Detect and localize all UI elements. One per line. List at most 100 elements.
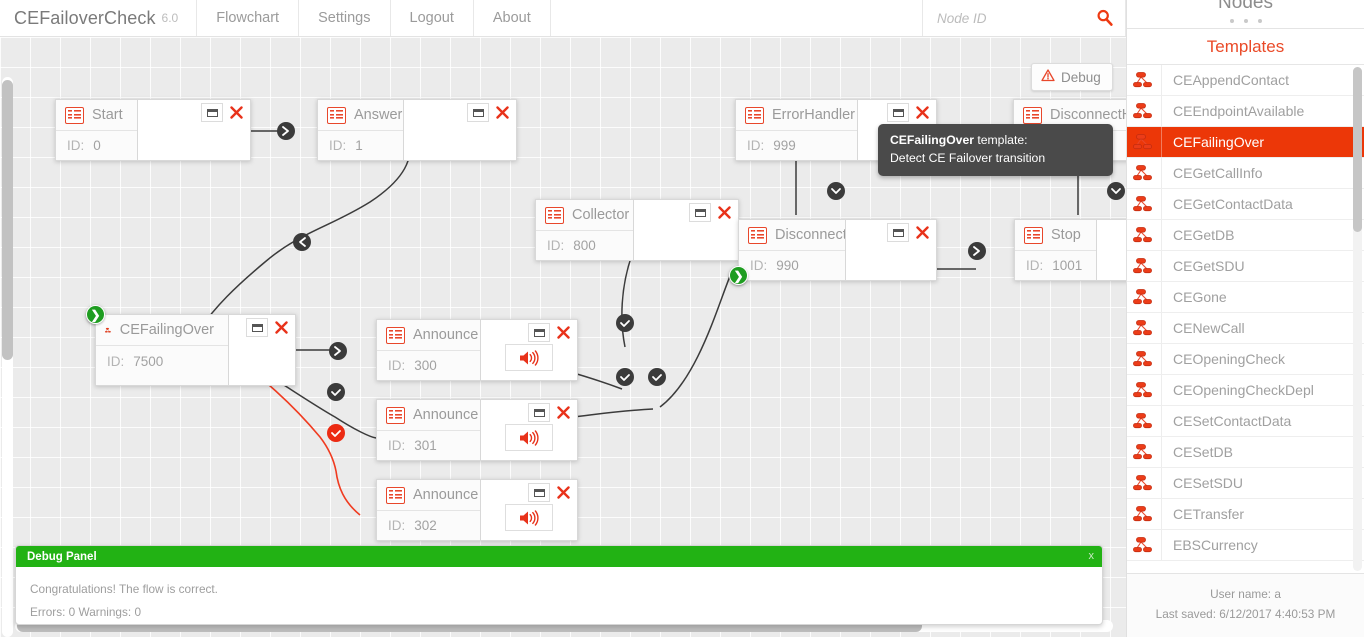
template-item-label: EBSCurrency [1173,537,1258,553]
node-doc-icon [748,226,767,244]
flow-node-id-label: ID: [388,438,406,453]
minimize-icon[interactable] [246,318,268,337]
play-announcement-button[interactable] [505,504,553,531]
flow-node-id-row: ID: 0 [56,131,137,160]
close-icon[interactable] [714,203,734,222]
close-icon[interactable] [492,103,512,122]
template-list-item[interactable]: CEFailingOver [1127,127,1364,158]
flow-node-id-label: ID: [1026,258,1044,273]
template-list-item[interactable]: CEGetSDU [1127,251,1364,282]
flow-node-header: Disconnect [739,220,847,251]
flow-node-title: DisconnectH [1050,107,1126,123]
template-list-item[interactable]: CEGetContactData [1127,189,1364,220]
template-list-item[interactable]: CEOpeningCheckDepl [1127,375,1364,406]
template-icon-cell [1127,437,1162,467]
template-list[interactable]: CEAppendContact CEEndpointAvailable CEFail… [1127,65,1364,573]
sidebar-scrollbar-thumb[interactable] [1353,67,1362,232]
flow-node-id-row: ID: 302 [377,511,480,540]
flow-node-id-row: ID: 800 [536,231,633,260]
close-icon[interactable] [553,483,573,502]
nav-item-about[interactable]: About [473,0,551,36]
close-icon[interactable] [912,103,932,122]
flow-node-id-label: ID: [747,138,765,153]
flow-node-header: Start [56,100,137,131]
template-item-label: CENewCall [1173,320,1245,336]
flow-node[interactable]: Announce ID: 301 [376,399,578,461]
template-list-item[interactable]: CESetDB [1127,437,1364,468]
minimize-icon[interactable] [467,103,489,122]
template-tree-icon [1133,195,1152,211]
template-list-item[interactable]: CEAppendContact [1127,65,1364,96]
flow-node-title: ErrorHandler [772,107,855,123]
template-list-item[interactable]: CEOpeningCheck [1127,344,1364,375]
close-icon[interactable] [226,103,246,122]
flow-node[interactable]: Announce ID: 302 [376,479,578,541]
search-icon[interactable] [1095,8,1115,28]
play-announcement-button[interactable] [505,344,553,371]
minimize-icon[interactable] [528,483,550,502]
minimize-icon[interactable] [689,203,711,222]
flow-node-action-pane [633,199,739,261]
flow-node[interactable]: Collector ID: 800 [535,199,739,261]
flow-node[interactable]: Answer ID: 1 [317,99,517,161]
minimize-icon[interactable] [201,103,223,122]
minimize-icon[interactable] [528,323,550,342]
template-list-item[interactable]: CEGetCallInfo [1127,158,1364,189]
template-list-item[interactable]: CEGone [1127,282,1364,313]
flow-node[interactable]: Stop ID: 1001 [1014,219,1126,281]
sidebar-templates-title: Templates [1206,36,1285,56]
flow-node-title: Answer [354,107,403,123]
template-list-item[interactable]: CENewCall [1127,313,1364,344]
close-icon[interactable] [912,223,932,242]
close-icon[interactable] [271,318,291,337]
close-icon[interactable] [553,403,573,422]
template-tree-icon [1133,164,1152,180]
flow-node[interactable]: Announce ID: 300 [376,319,578,381]
flow-node[interactable]: ❯ CEFailingOver ID: 7500 [86,305,296,386]
debug-button[interactable]: Debug [1031,63,1113,91]
nav-item-settings[interactable]: Settings [299,0,391,36]
template-icon-cell [1127,127,1162,157]
flow-node-action-pane [403,99,517,161]
node-search-container [923,0,1126,36]
template-tree-icon [1133,319,1152,335]
flow-node-id-value: 999 [773,138,796,153]
minimize-icon[interactable] [887,103,909,122]
nav-item-logout[interactable]: Logout [390,0,474,36]
sidebar-drag-handle-icon[interactable] [1229,19,1262,28]
debug-panel-title: Debug Panel [27,550,97,563]
green-start-badge-icon[interactable]: ❯ [86,305,105,324]
flowchart-canvas[interactable]: Start ID: 0 Answer ID: 1 ErrorHandler ID: 999 Dis… [0,37,1126,637]
template-tree-icon [1133,474,1152,490]
play-announcement-button[interactable] [505,424,553,451]
flow-node-window-controls [201,103,246,122]
flow-node-info-pane: Stop ID: 1001 [1014,219,1096,281]
close-icon[interactable] [553,323,573,342]
flow-node-action-pane [480,399,578,461]
flow-node-title: Announce [413,487,479,503]
flow-node-id-label: ID: [107,354,125,369]
template-list-item[interactable]: CEGetDB [1127,220,1364,251]
minimize-icon[interactable] [887,223,909,242]
canvas-vertical-scrollbar-thumb[interactable] [2,80,13,360]
flow-node[interactable]: ❯ Disconnect ID: 990 [729,219,937,285]
flow-node-id-row: ID: 300 [377,351,480,380]
template-list-item[interactable]: CESetSDU [1127,468,1364,499]
template-icon-cell [1127,530,1162,560]
green-start-badge-icon[interactable]: ❯ [729,266,748,285]
flow-node-header: Announce [377,480,480,511]
nav-item-flowchart[interactable]: Flowchart [197,0,300,36]
flow-node-title: Announce [413,407,479,423]
template-list-item[interactable]: EBSCurrency [1127,530,1364,561]
template-list-item[interactable]: CESetContactData [1127,406,1364,437]
minimize-icon[interactable] [528,403,550,422]
template-list-item[interactable]: CETransfer [1127,499,1364,530]
flow-node-id-value: 1 [355,138,363,153]
template-list-item[interactable]: CEEndpointAvailable [1127,96,1364,127]
node-doc-icon [65,106,84,124]
debug-panel-close-icon[interactable]: x [1089,551,1095,562]
flow-node-window-controls [528,323,573,342]
flow-node[interactable]: Start ID: 0 [55,99,251,161]
flow-node-window-controls [467,103,512,122]
user-name-label: User name: a [1210,586,1281,601]
